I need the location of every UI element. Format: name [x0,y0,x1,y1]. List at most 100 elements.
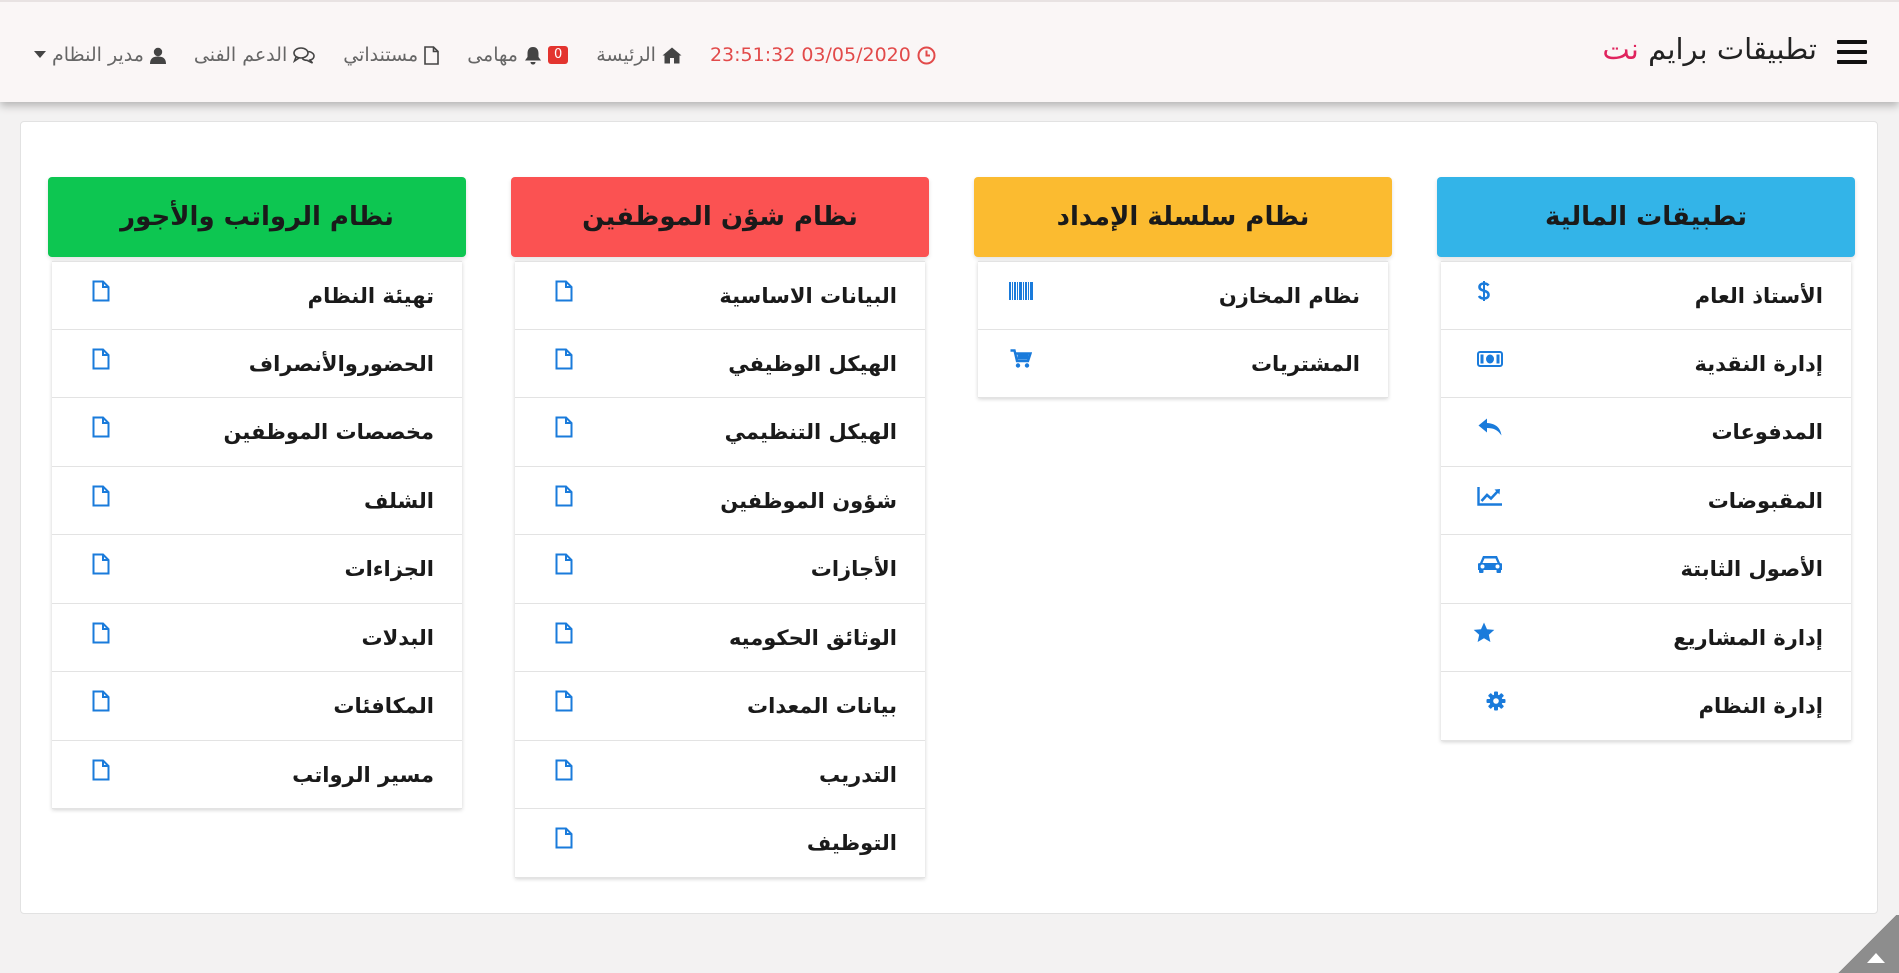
column-header[interactable]: تطبيقات المالية [1437,177,1855,257]
brand-title-main: تطبيقات برايم [1648,32,1817,66]
list-item[interactable]: نظام المخازن [978,261,1388,330]
file-icon [551,757,577,783]
column-items: الأستاذ العام إدارة النقدية المدفوعات ال… [1441,261,1851,741]
list-item[interactable]: التدريب [515,741,925,809]
file-icon [551,688,577,714]
list-item[interactable]: بيانات المعدات [515,672,925,741]
list-item[interactable]: المدفوعات [1441,398,1851,467]
list-item[interactable]: الجزاءات [52,535,462,604]
column-header[interactable]: نظام الرواتب والأجور [48,177,466,257]
item-label: المكافئات [333,694,434,718]
file-icon [88,688,114,714]
list-item[interactable]: البيانات الاساسية [515,261,925,330]
list-item[interactable]: الأجازات [515,535,925,604]
user-menu[interactable]: مدير النظام [34,44,166,66]
item-label: البيانات الاساسية [719,284,897,308]
nav-documents[interactable]: مستنداتي [343,44,440,66]
column-items: تهيئة النظام الحضوروالأنصراف مخصصات المو… [52,261,462,809]
nav-tasks[interactable]: مهامى 0 [467,44,569,66]
list-item[interactable]: الهيكل الوظيفي [515,330,925,398]
file-icon [551,551,577,577]
dollar-icon [1471,278,1497,304]
column-payroll: نظام الرواتب والأجور تهيئة النظام الحضور… [48,177,466,809]
list-item[interactable]: إدارة المشاريع [1441,604,1851,672]
line-chart-icon [1477,483,1503,509]
scroll-top-button[interactable] [1835,915,1899,973]
item-label: نظام المخازن [1218,284,1360,308]
reply-icon [1477,414,1503,440]
item-label: الهيكل التنظيمي [724,420,897,444]
list-item[interactable]: إدارة النقدية [1441,330,1851,398]
column-items: البيانات الاساسية الهيكل الوظيفي الهيكل … [515,261,925,878]
list-item[interactable]: البدلات [52,604,462,672]
file-outline-icon [424,45,440,65]
item-label: المشتريات [1250,351,1360,376]
item-label: الجزاءات [344,557,434,581]
column-supply-chain: نظام سلسلة الإمداد نظام المخازن المشتريا… [974,177,1392,398]
brand-title[interactable]: تطبيقات برايم نت [1602,32,1817,66]
nav-documents-label: مستنداتي [343,44,419,66]
item-label: الوثائق الحكوميه [728,625,897,650]
item-label: إدارة النقدية [1694,351,1824,376]
home-icon [662,47,682,64]
list-item[interactable]: إدارة النظام [1441,672,1851,741]
list-item[interactable]: المكافئات [52,672,462,741]
list-item[interactable]: الأصول الثابتة [1441,535,1851,604]
nav-tasks-label: مهامى [467,44,518,66]
item-label: بيانات المعدات [747,694,897,718]
datetime-text: 23:51:32 03/05/2020 [709,44,911,66]
file-icon [88,414,114,440]
list-item[interactable]: المشتريات [978,330,1388,398]
item-label: الأجازات [810,557,897,581]
user-icon [149,47,166,64]
item-label: الهيكل الوظيفي [728,351,897,376]
list-item[interactable]: الأستاذ العام [1441,261,1851,330]
column-finance: تطبيقات المالية الأستاذ العام إدارة النق… [1437,177,1855,741]
comments-icon [293,46,316,64]
nav-bar: مدير النظام الدعم الفنى مستنداتي مهامى 0… [34,40,936,70]
column-items: نظام المخازن المشتريات [978,261,1388,398]
list-item[interactable]: مسير الرواتب [52,741,462,809]
item-label: إدارة النظام [1698,694,1823,718]
star-icon [1471,620,1497,646]
nav-support[interactable]: الدعم الفنى [193,44,316,66]
file-icon [88,551,114,577]
list-item[interactable]: الوثائق الحكوميه [515,604,925,672]
bell-icon [524,46,542,65]
file-icon [88,483,114,509]
column-header[interactable]: نظام شؤن الموظفين [511,177,929,257]
list-item[interactable]: شؤون الموظفين [515,467,925,535]
list-item[interactable]: تهيئة النظام [52,261,462,330]
barcode-icon [1008,278,1034,304]
item-label: البدلات [361,625,434,650]
list-item[interactable]: الحضوروالأنصراف [52,330,462,398]
list-item[interactable]: مخصصات الموظفين [52,398,462,467]
item-label: إدارة المشاريع [1673,625,1823,650]
column-header[interactable]: نظام سلسلة الإمداد [974,177,1392,257]
nav-datetime: 23:51:32 03/05/2020 [710,44,936,66]
list-item[interactable]: المقبوضات [1441,467,1851,535]
file-icon [88,278,114,304]
arrow-up-icon [1867,953,1885,963]
item-label: الحضوروالأنصراف [248,351,434,376]
menu-toggle-icon[interactable] [1837,40,1867,66]
brand-title-accent: نت [1602,32,1639,66]
nav-home-label: الرئيسة [596,44,656,66]
list-item[interactable]: الهيكل التنظيمي [515,398,925,467]
item-label: الشلف [363,488,434,513]
clock-icon [917,46,936,65]
nav-home[interactable]: الرئيسة [596,44,682,66]
nav-support-label: الدعم الفنى [193,44,288,66]
item-label: التوظيف [806,831,897,855]
item-label: المدفوعات [1711,420,1823,444]
file-icon [551,414,577,440]
file-icon [551,620,577,646]
file-icon [551,483,577,509]
top-navbar: تطبيقات برايم نت مدير النظام الدعم الفنى [0,0,1899,102]
list-item[interactable]: الشلف [52,467,462,535]
list-item[interactable]: التوظيف [515,809,925,878]
item-label: المقبوضات [1707,488,1823,513]
file-icon [551,825,577,851]
money-icon [1477,346,1503,372]
item-label: الأستاذ العام [1694,284,1823,308]
